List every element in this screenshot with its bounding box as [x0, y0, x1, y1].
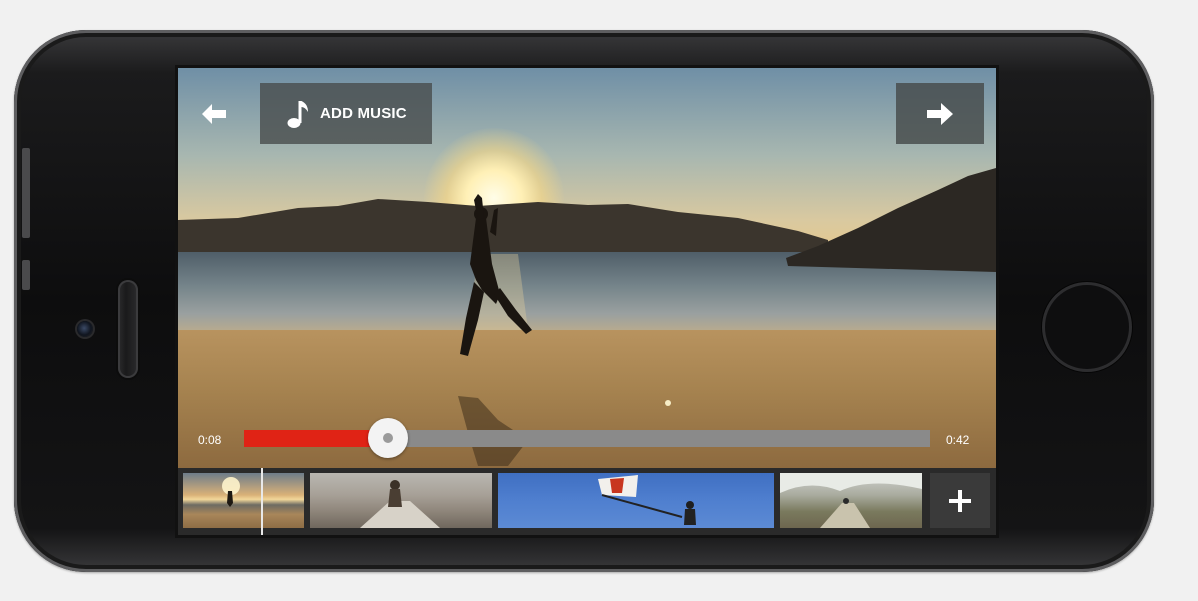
scrubber-handle[interactable]: [368, 418, 409, 458]
mute-switch: [22, 260, 30, 290]
far-hills: [178, 199, 828, 252]
clip-thumbnail: [598, 475, 696, 525]
scrubber-track[interactable]: [244, 418, 930, 458]
timeline-clip-boardwalk[interactable]: [310, 473, 492, 528]
forward-arrow-icon: [927, 102, 953, 125]
earpiece-speaker: [118, 280, 138, 378]
next-button[interactable]: [896, 83, 984, 144]
home-button[interactable]: [1042, 282, 1132, 372]
current-time: 0:08: [198, 433, 222, 447]
scrubber-progress: [244, 430, 389, 447]
clip-thumbnail: [780, 473, 922, 528]
back-button[interactable]: [192, 94, 236, 134]
timeline-playhead[interactable]: [261, 468, 263, 535]
timeline-clip-trail[interactable]: [780, 473, 922, 528]
add-music-button[interactable]: ADD MUSIC: [260, 83, 432, 144]
volume-button: [22, 148, 30, 238]
app-screen: ADD MUSIC 0:08 0:42: [178, 68, 996, 535]
add-music-label: ADD MUSIC: [320, 105, 407, 122]
music-note-icon: [287, 100, 308, 128]
add-clip-button[interactable]: [930, 473, 990, 528]
timeline-clip-beach[interactable]: [183, 473, 304, 528]
timeline-clip-flag[interactable]: [498, 473, 774, 528]
front-camera: [77, 321, 93, 337]
clip-timeline: [178, 468, 996, 535]
clip-thumbnail: [360, 480, 440, 528]
video-preview[interactable]: ADD MUSIC 0:08 0:42: [178, 68, 996, 468]
clip-thumbnail: [222, 477, 240, 507]
plus-icon: [949, 489, 971, 512]
light-flare: [665, 400, 671, 406]
back-arrow-icon: [202, 104, 226, 124]
headland: [786, 168, 996, 272]
total-time: 0:42: [946, 433, 970, 447]
